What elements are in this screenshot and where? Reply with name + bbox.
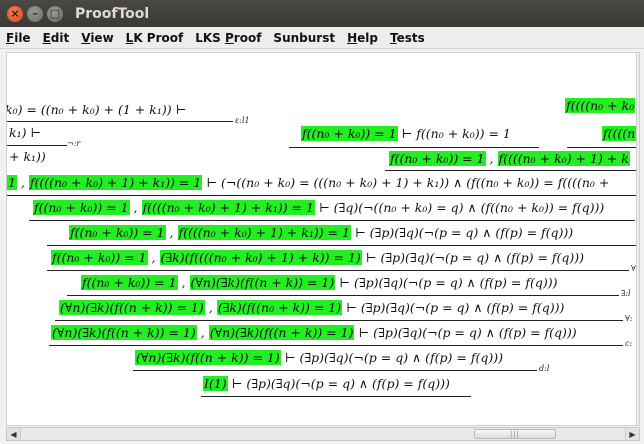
- highlighted-formula[interactable]: I(1): [203, 376, 228, 391]
- sequent-upper-left-3: + k₁)): [9, 149, 46, 164]
- menu-view[interactable]: View: [81, 31, 113, 45]
- highlighted-formula[interactable]: f((n₀ + k₀)) = 1: [301, 126, 398, 141]
- inference-line: [67, 295, 619, 296]
- inference-line: [29, 220, 635, 221]
- inference-line: [7, 121, 233, 122]
- maximize-window-button[interactable]: □: [47, 5, 63, 22]
- sequent-upper-right-1: f((((n₀ + k₀: [565, 98, 636, 114]
- highlighted-formula[interactable]: (∃k)(f((n₀ + k)) = 1): [216, 300, 343, 315]
- sequent-mid-1: f((n₀ + k₀)) = 1 ⊢ f((n₀ + k₀)) = 1: [301, 126, 511, 141]
- sequent-row-9: (∀n)(∃k)(f((n + k)) = 1) , (∃k)(f((n₀ + …: [59, 300, 565, 315]
- arrow-left-icon: ◀: [10, 429, 17, 439]
- inference-line: [201, 396, 471, 397]
- highlighted-formula[interactable]: f((((n₀ + k₀) + 1) + k₁)) = 1: [141, 200, 315, 215]
- grip-icon: |||: [509, 430, 521, 438]
- sequent-mid-right: f((((n: [602, 126, 637, 142]
- scroll-left-button[interactable]: ◀: [7, 428, 21, 440]
- highlighted-formula[interactable]: f((((n₀ + k₀) + 1) + k₁)) = 1: [28, 175, 203, 190]
- highlighted-formula[interactable]: (∀n)(∃k)(f((n + k)) = 1): [59, 300, 205, 315]
- highlighted-formula[interactable]: 1: [7, 175, 17, 190]
- highlighted-formula[interactable]: f((((n₀ + k₀) + 1) + k₁)) = 1: [177, 225, 351, 240]
- rule-label: d:l: [539, 364, 550, 373]
- arrow-right-icon: ▶: [629, 429, 636, 439]
- highlighted-formula[interactable]: (∀n)(∃k)(f((n + k)) = 1): [135, 350, 281, 365]
- rule-label: c:: [625, 339, 633, 348]
- inference-line: [567, 147, 639, 148]
- rule-label: ¬:r: [67, 139, 81, 148]
- minimize-icon: –: [32, 7, 38, 20]
- inference-line: [7, 145, 67, 146]
- inference-line: [385, 170, 639, 171]
- highlighted-formula[interactable]: (∃k)(f((((n₀ + k₀) + 1) + k)) = 1): [159, 250, 362, 265]
- inference-line: [7, 195, 639, 196]
- scroll-right-button[interactable]: ▶: [625, 428, 639, 440]
- sequent-row-6: f((n₀ + k₀)) = 1 , f((((n₀ + k₀) + 1) + …: [69, 225, 574, 240]
- proof-canvas[interactable]: k₀) = ((n₀ + k₀) + (1 + k₁)) ⊢ ε:l1 k₁) …: [6, 52, 640, 426]
- close-window-button[interactable]: ×: [7, 5, 23, 22]
- menu-help[interactable]: Help: [347, 31, 378, 45]
- title-bar: × – □ ProofTool: [0, 0, 644, 27]
- highlighted-formula[interactable]: (∀n)(∃k)(f((n + k)) = 1): [189, 275, 336, 290]
- minimize-window-button[interactable]: –: [27, 5, 43, 22]
- menu-lks-proof[interactable]: LKS Proof: [195, 31, 261, 45]
- inference-line: [289, 147, 539, 148]
- sequent-row-8: f((n₀ + k₀)) = 1 , (∀n)(∃k)(f((n + k)) =…: [81, 275, 558, 290]
- sequent-root: I(1) ⊢ (∃p)(∃q)(¬(p = q) ∧ (f(p) = f(q))…: [203, 376, 450, 391]
- sequent-row-11: (∀n)(∃k)(f((n + k)) = 1) ⊢ (∃p)(∃q)(¬(p …: [135, 350, 503, 365]
- highlighted-formula[interactable]: (∀n)(∃k)(f((n + k)) = 1): [51, 325, 197, 340]
- inference-line: [47, 245, 637, 246]
- rule-label: ∀:: [625, 314, 633, 323]
- horizontal-scrollbar[interactable]: ◀ ||| ▶: [6, 427, 640, 441]
- sequent-row-4: 1 , f((((n₀ + k₀) + 1) + k₁)) = 1 ⊢ (¬((…: [7, 175, 610, 190]
- menu-edit[interactable]: Edit: [43, 31, 70, 45]
- menu-tests[interactable]: Tests: [390, 31, 425, 45]
- sequent-upper-left-2: k₁) ⊢: [9, 125, 42, 140]
- highlighted-formula[interactable]: f((((n₀ + k₀) + 1) + k: [497, 151, 630, 166]
- inference-line: [55, 320, 623, 321]
- sequent-row-7: f((n₀ + k₀)) = 1 , (∃k)(f((((n₀ + k₀) + …: [51, 250, 585, 265]
- window-title: ProofTool: [75, 5, 150, 22]
- close-icon: ×: [10, 7, 20, 20]
- rule-label: ∃:l: [621, 289, 631, 298]
- menu-sunburst[interactable]: Sunburst: [273, 31, 335, 45]
- highlighted-formula[interactable]: f((n₀ + k₀)) = 1: [51, 250, 148, 265]
- menu-lk-proof[interactable]: LK Proof: [126, 31, 184, 45]
- menu-bar: File Edit View LK Proof LKS Proof Sunbur…: [0, 27, 644, 49]
- highlighted-formula[interactable]: f((n₀ + k₀)) = 1: [33, 200, 130, 215]
- inference-line: [47, 270, 629, 271]
- sequent-upper-left-1: k₀) = ((n₀ + k₀) + (1 + k₁)) ⊢: [6, 102, 187, 117]
- sequent-row-5: f((n₀ + k₀)) = 1 , f((((n₀ + k₀) + 1) + …: [33, 200, 605, 215]
- inference-line: [133, 370, 537, 371]
- sequent-row-3: f((n₀ + k₀)) = 1 , f((((n₀ + k₀) + 1) + …: [389, 151, 630, 166]
- inference-line: [49, 345, 623, 346]
- rule-label: ε:l1: [235, 116, 250, 125]
- highlighted-formula[interactable]: f((((n: [602, 126, 637, 141]
- highlighted-formula[interactable]: f((((n₀ + k₀: [565, 98, 636, 113]
- highlighted-formula[interactable]: f((n₀ + k₀)) = 1: [69, 225, 166, 240]
- highlighted-formula[interactable]: f((n₀ + k₀)) = 1: [389, 151, 486, 166]
- highlighted-formula[interactable]: (∀n)(∃k)(f((n + k)) = 1): [208, 325, 355, 340]
- vertical-scrollbar[interactable]: [636, 53, 639, 425]
- menu-file[interactable]: File: [6, 31, 31, 45]
- sequent-row-10: (∀n)(∃k)(f((n + k)) = 1) , (∀n)(∃k)(f((n…: [51, 325, 577, 340]
- scroll-thumb[interactable]: |||: [474, 429, 556, 439]
- highlighted-formula[interactable]: f((n₀ + k₀)) = 1: [81, 275, 178, 290]
- maximize-icon: □: [49, 7, 61, 20]
